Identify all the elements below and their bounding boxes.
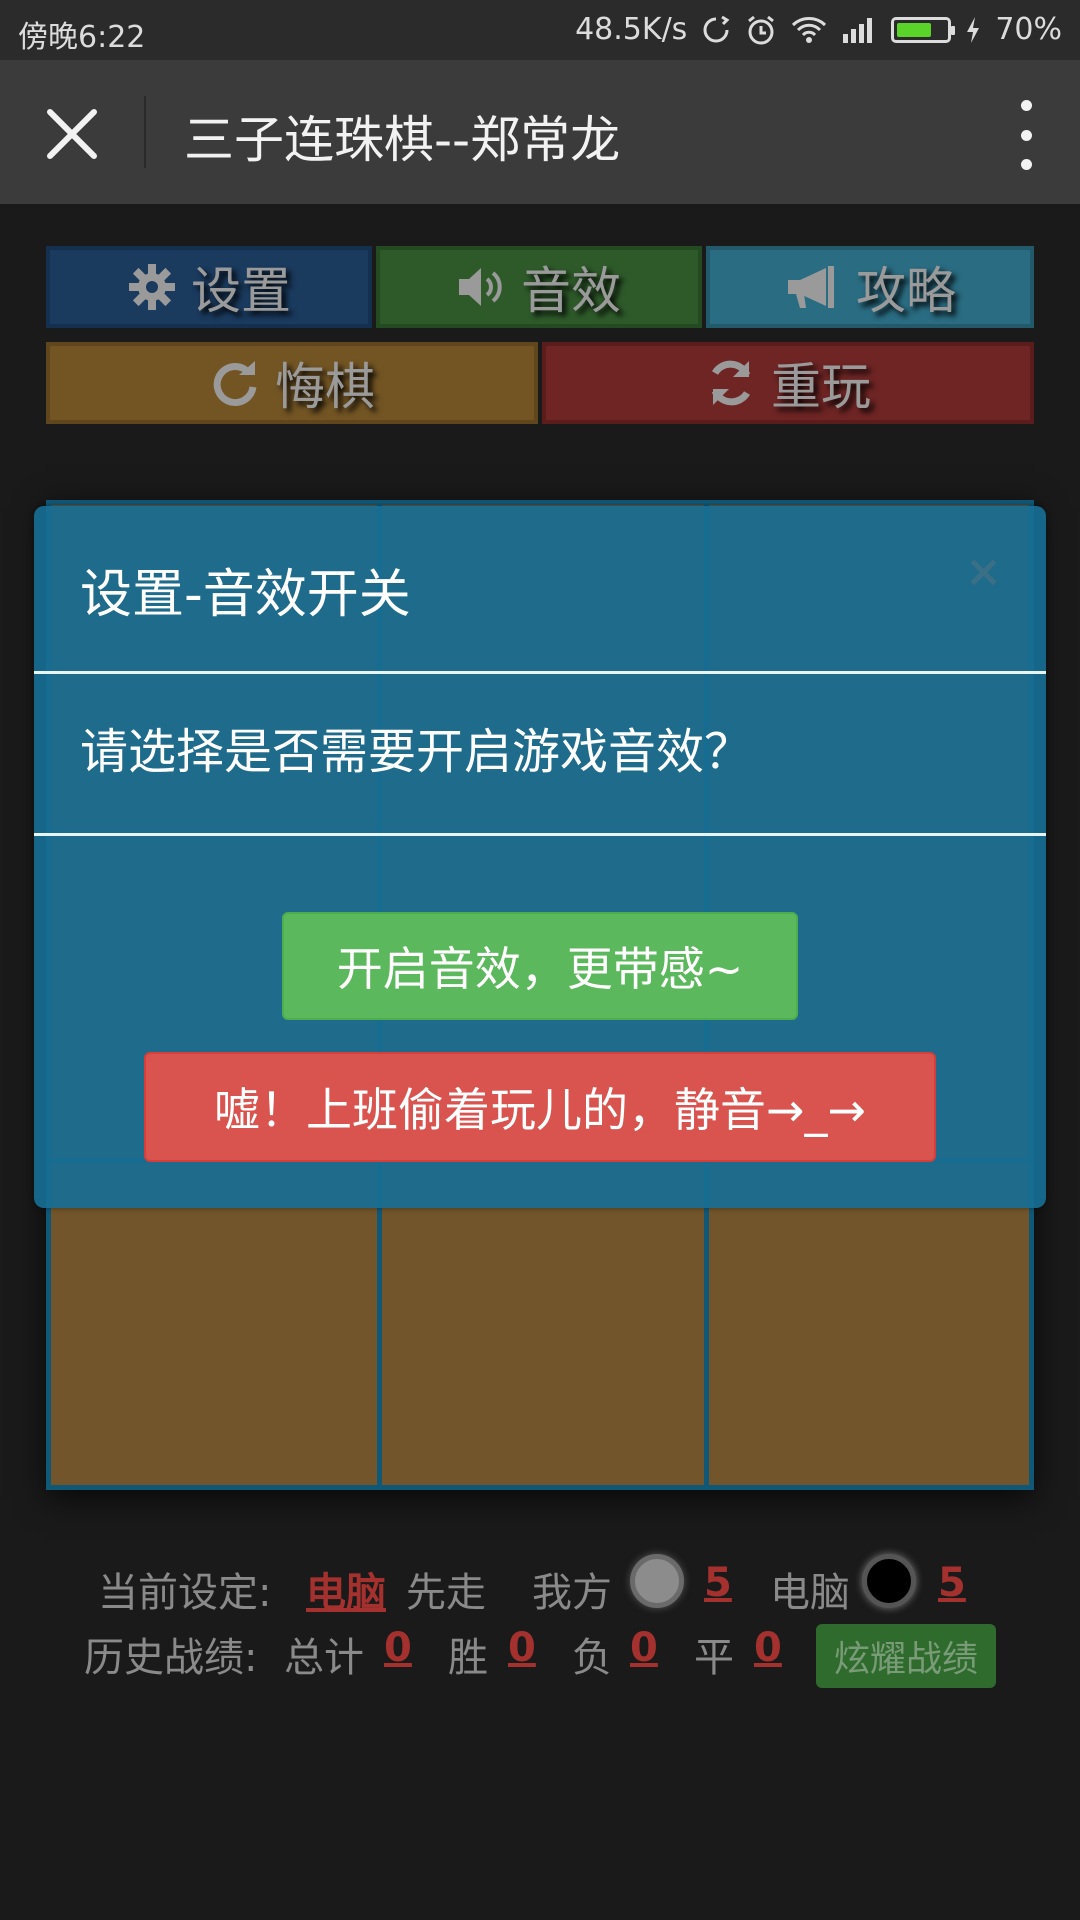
replay-label: 重玩 [771,358,871,416]
me-count: 5 [704,1560,732,1606]
mute-sound-button[interactable]: 嘘！上班偷着玩儿的，静音→_→ [144,1052,936,1162]
modal-close-icon[interactable]: × [965,546,1002,597]
modal-divider [34,833,1046,836]
brag-record-button[interactable]: 炫耀战绩 [816,1624,996,1688]
cpu-count: 5 [938,1560,966,1606]
total-value: 0 [384,1625,412,1671]
draw-value: 0 [754,1625,782,1671]
close-button[interactable] [42,104,102,164]
refresh-icon [705,357,757,409]
cpu-piece-icon [862,1554,916,1608]
total-label: 总计 [284,1635,364,1681]
modal-message: 请选择是否需要开启游戏音效？ [80,724,753,780]
undo-button[interactable]: 悔棋 [46,342,538,424]
page-title: 三子连珠棋--郑常龙 [184,111,621,169]
guide-label: 攻略 [856,262,956,320]
battery-icon [891,16,956,43]
alarm-icon [748,15,775,44]
megaphone-icon [784,264,842,310]
modal-divider [34,671,1046,674]
more-dot-icon [1020,100,1032,111]
draw-label: 平 [694,1635,734,1681]
first-suffix: 先走 [406,1570,486,1616]
me-label: 我方 [532,1570,612,1616]
signal-icon [843,17,873,43]
settings-label: 设置 [191,262,291,320]
net-speed: 48.5K/s [575,12,688,47]
replay-button[interactable]: 重玩 [542,342,1034,424]
more-menu-button[interactable] [1006,100,1046,170]
undo-icon [209,357,261,409]
first-player-link[interactable]: 电脑 [306,1560,386,1618]
charging-icon [967,16,980,43]
enable-sound-button[interactable]: 开启音效，更带感~ [282,912,798,1020]
title-divider [144,96,146,168]
wifi-icon [792,16,827,43]
lose-value: 0 [630,1625,658,1671]
my-piece-icon [630,1554,684,1608]
settings-button[interactable]: 设置 [46,246,372,328]
status-bar: 傍晚6:22 48.5K/s 70% [0,0,1080,60]
battery-percent: 70% [995,12,1062,47]
sound-button[interactable]: 音效 [376,246,702,328]
win-value: 0 [508,1625,536,1671]
guide-button[interactable]: 攻略 [706,246,1034,328]
sync-icon [703,15,730,42]
more-dot-icon [1020,159,1032,170]
gear-icon [127,262,177,312]
cpu-label: 电脑 [770,1570,850,1616]
modal-title: 设置-音效开关 [80,565,411,625]
more-dot-icon [1020,129,1032,141]
status-right: 48.5K/s 70% [575,12,1062,47]
close-icon [47,109,97,159]
lose-label: 负 [572,1635,612,1681]
speaker-icon [457,264,507,310]
current-setting-label: 当前设定: [98,1570,272,1616]
status-time: 傍晚6:22 [18,20,146,55]
win-label: 胜 [448,1635,488,1681]
title-bar: 三子连珠棋--郑常龙 [0,60,1080,204]
sound-label: 音效 [521,262,621,320]
undo-label: 悔棋 [275,358,375,416]
sound-settings-modal: 设置-音效开关 × 请选择是否需要开启游戏音效？ 开启音效，更带感~ 嘘！上班偷… [34,506,1046,1208]
history-label: 历史战绩: [84,1635,258,1681]
